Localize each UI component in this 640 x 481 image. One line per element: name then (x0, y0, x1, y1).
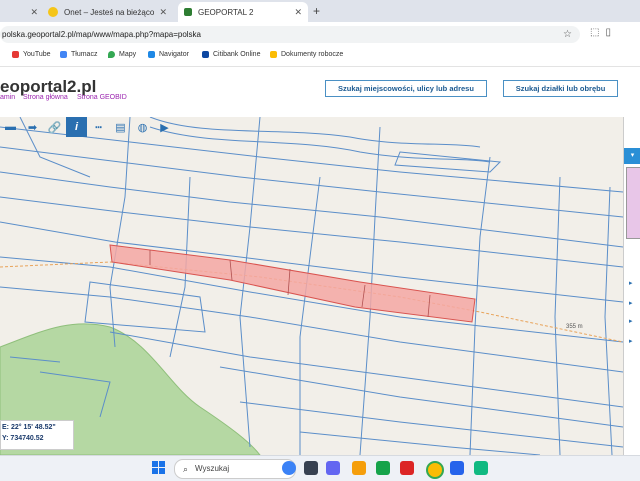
layers-panel: ▾ ▸ ▸ ▸ ▸ (623, 117, 640, 455)
expand-arrow-icon[interactable]: ▸ (629, 317, 633, 325)
folder-icon (270, 51, 277, 58)
store-icon[interactable] (376, 461, 390, 475)
bookmark-maps[interactable]: Mapy (108, 51, 136, 58)
task-view-icon[interactable] (304, 461, 318, 475)
search-parcel-button[interactable]: Szukaj działki lub obrębu (503, 80, 618, 97)
bookmark-label: Mapy (119, 51, 137, 58)
bookmark-label: YouTube (23, 51, 51, 58)
address-row: polska.geoportal2.pl/map/www/mapa.php?ma… (0, 22, 640, 47)
windows-start-icon[interactable] (152, 461, 166, 475)
move-icon[interactable]: ▬ (0, 117, 21, 137)
close-tab-icon[interactable]: ✕ (294, 7, 302, 18)
app-icon[interactable] (400, 461, 414, 475)
mail-icon[interactable] (450, 461, 464, 475)
bookmark-youtube[interactable]: YouTube (12, 51, 51, 58)
copilot-icon[interactable] (282, 461, 296, 475)
map-toolbar: ▬ ➡ 🔗 i ┅ ▤ ◍ ▶ (0, 117, 176, 139)
search-placeholder: Wyszukaj (195, 464, 230, 473)
address-bar[interactable]: polska.geoportal2.pl/map/www/mapa.php?ma… (0, 26, 580, 43)
video-icon[interactable]: ▶ (154, 117, 175, 137)
link-icon[interactable]: 🔗 (44, 117, 65, 137)
app-icon[interactable] (474, 461, 488, 475)
tab-title: GEOPORTAL 2 (198, 7, 254, 17)
map-svg: 355 m (0, 117, 623, 455)
bookmark-label: Navigator (159, 51, 189, 58)
expand-arrow-icon[interactable]: ▸ (629, 337, 633, 345)
collapse-panel-button[interactable]: ▾ (624, 148, 640, 164)
selected-parcel (109, 244, 476, 323)
teams-icon[interactable] (326, 461, 340, 475)
nav-link-geobid[interactable]: Strona GEOBID (77, 94, 127, 101)
bookmark-star-icon[interactable]: ☆ (563, 26, 572, 43)
youtube-icon (12, 51, 19, 58)
taskbar-search[interactable]: ⌕ Wyszukaj (174, 459, 296, 479)
search-icon: ⌕ (183, 464, 189, 474)
map-canvas[interactable]: 355 m (0, 117, 623, 455)
citibank-icon (202, 51, 209, 58)
bookmark-label: Dokumenty robocze (281, 51, 344, 58)
measure-icon[interactable]: ┅ (88, 117, 109, 137)
bookmark-citibank[interactable]: Citibank Online (202, 51, 260, 58)
onet-favicon-icon (48, 7, 58, 17)
expand-arrow-icon[interactable]: ▸ (629, 299, 633, 307)
toolbar-icons: ⬚▯ (590, 27, 617, 38)
close-tab-icon[interactable]: ✕ (30, 7, 38, 18)
bookmark-docs[interactable]: Dokumenty robocze (270, 51, 343, 58)
tab-onet[interactable]: Onet – Jesteś na bieżąco ✕ (48, 2, 173, 22)
globe-icon[interactable]: ◍ (132, 117, 153, 137)
bookmark-navigator[interactable]: Navigator (148, 51, 189, 58)
tab-title: Onet – Jesteś na bieżąco (64, 7, 155, 17)
chrome-icon[interactable] (426, 461, 444, 479)
tab-geoportal[interactable]: GEOPORTAL 2 ✕ (178, 2, 308, 22)
tab-0[interactable]: ✕ (0, 2, 44, 22)
coordinates-panel: E: 22° 15' 48.52" Y: 734740.52 (0, 420, 74, 450)
overview-map[interactable] (626, 167, 640, 239)
search-location-button[interactable]: Szukaj miejscowości, ulicy lub adresu (325, 80, 487, 97)
arrow-right-icon[interactable]: ➡ (22, 117, 43, 137)
close-tab-icon[interactable]: ✕ (159, 7, 167, 18)
url-text: polska.geoportal2.pl/map/www/mapa.php?ma… (2, 30, 202, 39)
scale-label: 355 m (566, 324, 583, 330)
maps-pin-icon (108, 51, 115, 58)
navigator-icon (148, 51, 155, 58)
extension-icon[interactable]: ⬚ (590, 27, 605, 38)
geoportal-favicon-icon (184, 8, 192, 16)
bookmarks-bar: YouTube Tłumacz Mapy Navigator Citibank … (0, 47, 640, 67)
expand-arrow-icon[interactable]: ▸ (629, 279, 633, 287)
bookmark-label: Tłumacz (71, 51, 98, 58)
info-icon[interactable]: i (66, 117, 87, 137)
browser-tab-bar: ✕ Onet – Jesteś na bieżąco ✕ GEOPORTAL 2… (0, 0, 640, 22)
translate-icon (60, 51, 67, 58)
nav-link-home[interactable]: Strona główna (23, 94, 68, 101)
print-icon[interactable]: ▤ (110, 117, 131, 137)
windows-taskbar: ⌕ Wyszukaj (0, 455, 640, 481)
coord-y: Y: 734740.52 (2, 435, 44, 442)
nav-link-amin[interactable]: amin (0, 94, 15, 101)
new-tab-button[interactable]: + (313, 4, 320, 18)
sidebar-icon[interactable]: ▯ (605, 27, 617, 38)
file-explorer-icon[interactable] (352, 461, 366, 475)
coord-longitude: E: 22° 15' 48.52" (2, 424, 56, 431)
bookmark-translate[interactable]: Tłumacz (60, 51, 97, 58)
bookmark-label: Citibank Online (213, 51, 261, 58)
